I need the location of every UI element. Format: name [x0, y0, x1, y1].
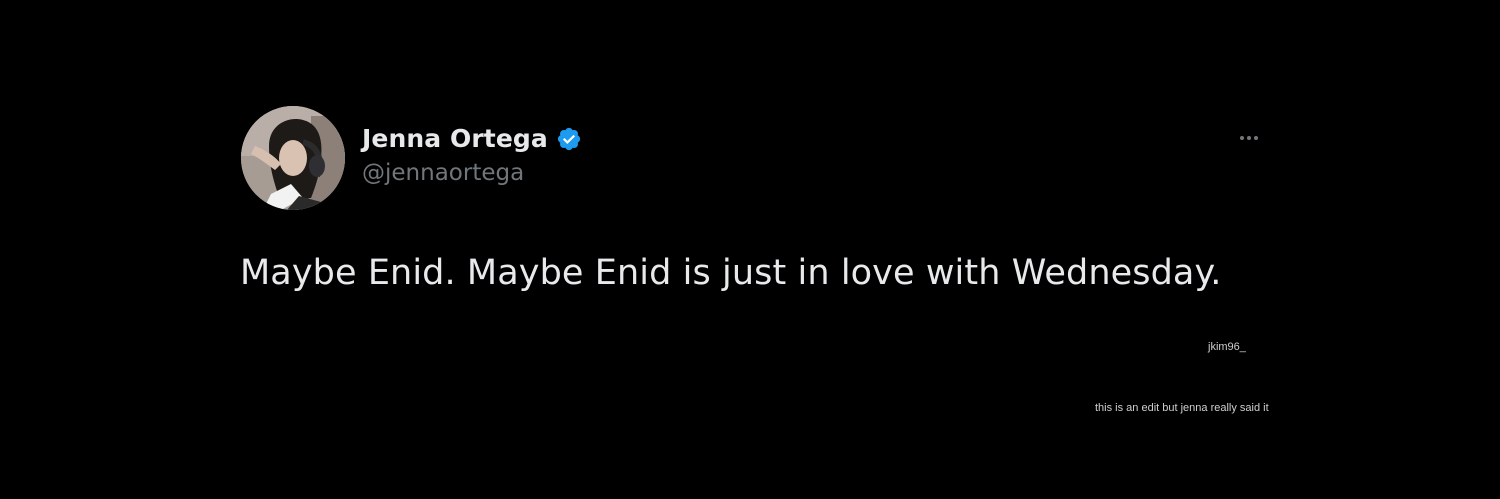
more-options-button[interactable]: [1232, 126, 1266, 150]
more-horizontal-icon: [1240, 136, 1244, 140]
author-display-name[interactable]: Jenna Ortega: [362, 124, 548, 153]
author-name-row: Jenna Ortega: [362, 124, 582, 153]
avatar[interactable]: [241, 106, 345, 210]
avatar-photo: [241, 106, 345, 210]
edit-caption: this is an edit but jenna really said it: [1095, 402, 1269, 414]
watermark-text: jkim96_: [1208, 341, 1246, 353]
more-horizontal-icon-dot: [1254, 136, 1258, 140]
author-handle[interactable]: @jennaortega: [362, 160, 524, 186]
verified-badge-icon: [556, 126, 582, 152]
tweet-screenshot: Jenna Ortega @jennaortega Maybe Enid. Ma…: [0, 0, 1500, 499]
tweet-text: Maybe Enid. Maybe Enid is just in love w…: [240, 253, 1222, 293]
more-horizontal-icon-dot: [1247, 136, 1251, 140]
